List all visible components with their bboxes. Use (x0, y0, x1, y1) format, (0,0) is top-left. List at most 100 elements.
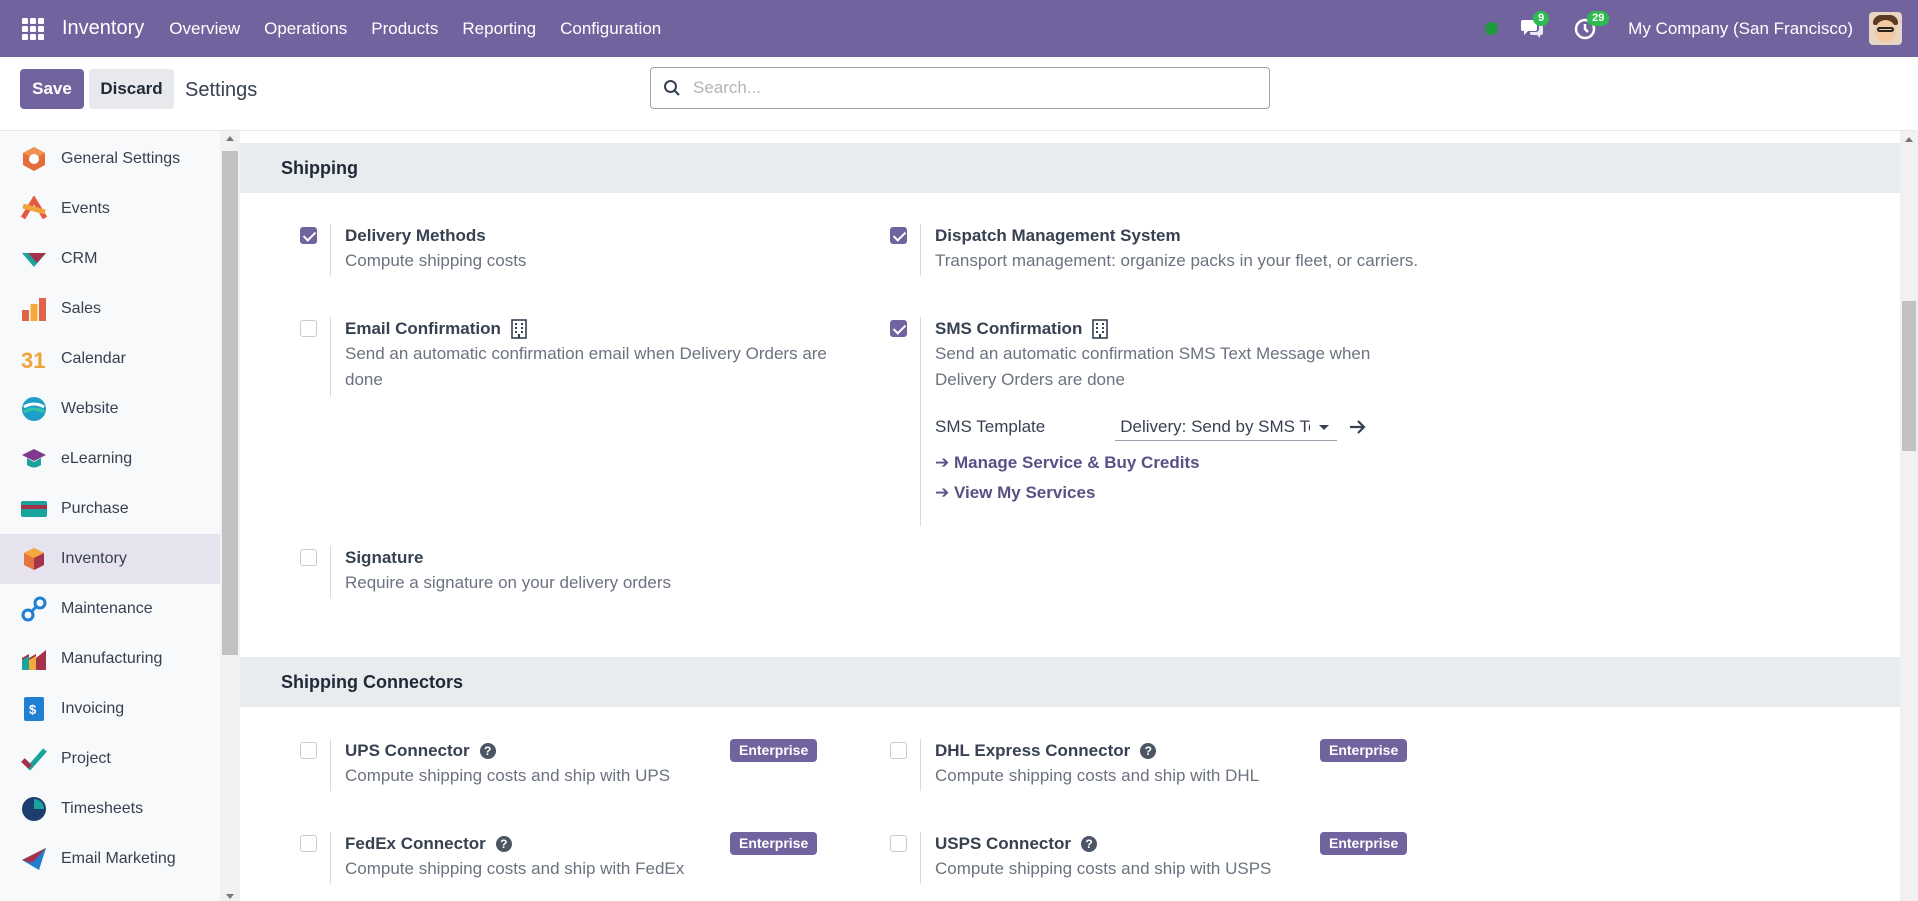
chevron-down-icon (1319, 425, 1330, 430)
setting-description: Send an automatic confirmation email whe… (345, 344, 827, 363)
maintenance-icon (21, 596, 47, 622)
content-scrollbar[interactable] (1900, 131, 1918, 901)
sidebar-item-label: Events (61, 200, 110, 217)
inventory-icon (24, 548, 44, 570)
sidebar-item-crm[interactable]: CRM (0, 234, 220, 284)
dhl-connector-checkbox[interactable] (890, 742, 907, 759)
setting-title: DHL Express Connector (935, 741, 1131, 760)
settings-sidebar: General Settings Events CRM Sales 31 Cal… (0, 131, 220, 901)
sidebar-item-general-settings[interactable]: General Settings (0, 134, 220, 184)
sidebar-item-project[interactable]: Project (0, 734, 220, 784)
email-marketing-icon (22, 848, 46, 870)
svg-text:$: $ (29, 702, 37, 717)
email-confirmation-checkbox[interactable] (300, 320, 317, 337)
sidebar-scrollbar[interactable] (220, 131, 240, 901)
setting-description: Compute shipping costs and ship with USP… (935, 859, 1272, 878)
top-navbar: Inventory Overview Operations Products R… (0, 0, 1918, 57)
sidebar-item-timesheets[interactable]: Timesheets (0, 784, 220, 834)
sidebar-item-label: Maintenance (61, 600, 153, 617)
setting-description: Compute shipping costs and ship with UPS (345, 766, 671, 785)
section-shipping-connectors-header: Shipping Connectors (240, 657, 1900, 707)
company-switcher[interactable]: My Company (San Francisco) (1628, 19, 1853, 39)
sidebar-item-calendar[interactable]: 31 Calendar (0, 334, 220, 384)
sidebar-item-email-marketing[interactable]: Email Marketing (0, 834, 220, 884)
setting-description-cont: Delivery Orders are done (935, 370, 1125, 389)
menu-products[interactable]: Products (371, 19, 438, 39)
signature-checkbox[interactable] (300, 549, 317, 566)
sidebar-item-events[interactable]: Events (0, 184, 220, 234)
search-bar[interactable] (650, 67, 1270, 109)
user-avatar[interactable] (1869, 12, 1902, 45)
setting-title: Email Confirmation (345, 319, 501, 338)
sms-confirmation-checkbox[interactable] (890, 320, 907, 337)
fedex-connector-checkbox[interactable] (300, 835, 317, 852)
activities-button[interactable]: 29 (1574, 10, 1610, 43)
sidebar-item-elearning[interactable]: eLearning (0, 434, 220, 484)
menu-operations[interactable]: Operations (264, 19, 347, 39)
enterprise-badge: Enterprise (730, 832, 818, 855)
page-title: Settings (185, 79, 258, 101)
setting-title: Delivery Methods (345, 226, 486, 245)
help-icon[interactable]: ? (479, 743, 496, 759)
purchase-icon (21, 501, 47, 517)
menu-overview[interactable]: Overview (169, 19, 240, 39)
sidebar-item-label: Manufacturing (61, 650, 163, 667)
help-icon[interactable]: ? (495, 836, 512, 852)
sidebar-item-manufacturing[interactable]: Manufacturing (0, 634, 220, 684)
menu-configuration[interactable]: Configuration (560, 19, 661, 39)
sidebar-item-label: Project (61, 750, 111, 767)
sidebar-item-label: Invoicing (61, 700, 125, 717)
search-input[interactable] (693, 78, 1233, 98)
section-shipping-header: Shipping (240, 143, 1900, 193)
enterprise-badge: Enterprise (730, 739, 818, 762)
usps-connector-checkbox[interactable] (890, 835, 907, 852)
ups-connector-checkbox[interactable] (300, 742, 317, 759)
sidebar-item-label: Website (61, 400, 119, 417)
sms-template-label: SMS Template (935, 417, 1046, 436)
sidebar-item-label: Sales (61, 300, 102, 317)
discard-button[interactable]: Discard (89, 69, 174, 109)
setting-description: Require a signature on your delivery ord… (345, 573, 672, 592)
sidebar-item-inventory[interactable]: Inventory (0, 534, 220, 584)
sidebar-item-label: Inventory (61, 550, 127, 567)
delivery-methods-checkbox[interactable] (300, 227, 317, 244)
setting-title: SMS Confirmation (935, 319, 1083, 338)
sidebar-item-label: Calendar (61, 350, 126, 367)
sidebar-item-label: eLearning (61, 450, 133, 467)
setting-description: Compute shipping costs and ship with DHL (935, 766, 1260, 785)
setting-title: FedEx Connector (345, 834, 486, 853)
invoicing-icon: $ (24, 697, 44, 721)
sidebar-item-website[interactable]: Website (0, 384, 220, 434)
sidebar-item-purchase[interactable]: Purchase (0, 484, 220, 534)
help-icon[interactable]: ? (1081, 836, 1098, 852)
setting-description: Compute shipping costs (345, 251, 527, 270)
manage-service-link[interactable]: ➔ Manage Service & Buy Credits (935, 451, 1370, 475)
events-icon (21, 196, 47, 220)
save-button[interactable]: Save (20, 69, 84, 109)
sidebar-item-maintenance[interactable]: Maintenance (0, 584, 220, 634)
sidebar-item-label: Purchase (61, 500, 129, 517)
project-icon (21, 748, 47, 771)
company-building-icon (511, 319, 527, 339)
sidebar-item-label: Email Marketing (61, 850, 176, 867)
view-services-link[interactable]: ➔ View My Services (935, 481, 1370, 505)
app-menu-icon[interactable] (22, 17, 44, 40)
messages-count-badge: 9 (1533, 10, 1550, 26)
dispatch-management-checkbox[interactable] (890, 227, 907, 244)
help-icon[interactable]: ? (1140, 743, 1157, 759)
control-panel: Save Discard Settings (0, 57, 1918, 131)
general-settings-icon (23, 147, 45, 171)
search-icon (664, 80, 680, 96)
manufacturing-icon (22, 650, 46, 670)
messages-button[interactable]: 9 (1520, 10, 1550, 43)
presence-status-icon (1485, 22, 1499, 35)
app-brand[interactable]: Inventory (62, 17, 144, 40)
sms-template-select[interactable]: Delivery: Send by SMS Text Message (1115, 413, 1338, 441)
setting-description: Send an automatic confirmation SMS Text … (935, 344, 1371, 363)
calendar-icon: 31 (21, 348, 45, 372)
menu-reporting[interactable]: Reporting (462, 19, 536, 39)
sidebar-item-invoicing[interactable]: $ Invoicing (0, 684, 220, 734)
sidebar-item-sales[interactable]: Sales (0, 284, 220, 334)
elearning-icon (22, 449, 46, 468)
internal-link-arrow-icon[interactable] (1349, 419, 1367, 435)
